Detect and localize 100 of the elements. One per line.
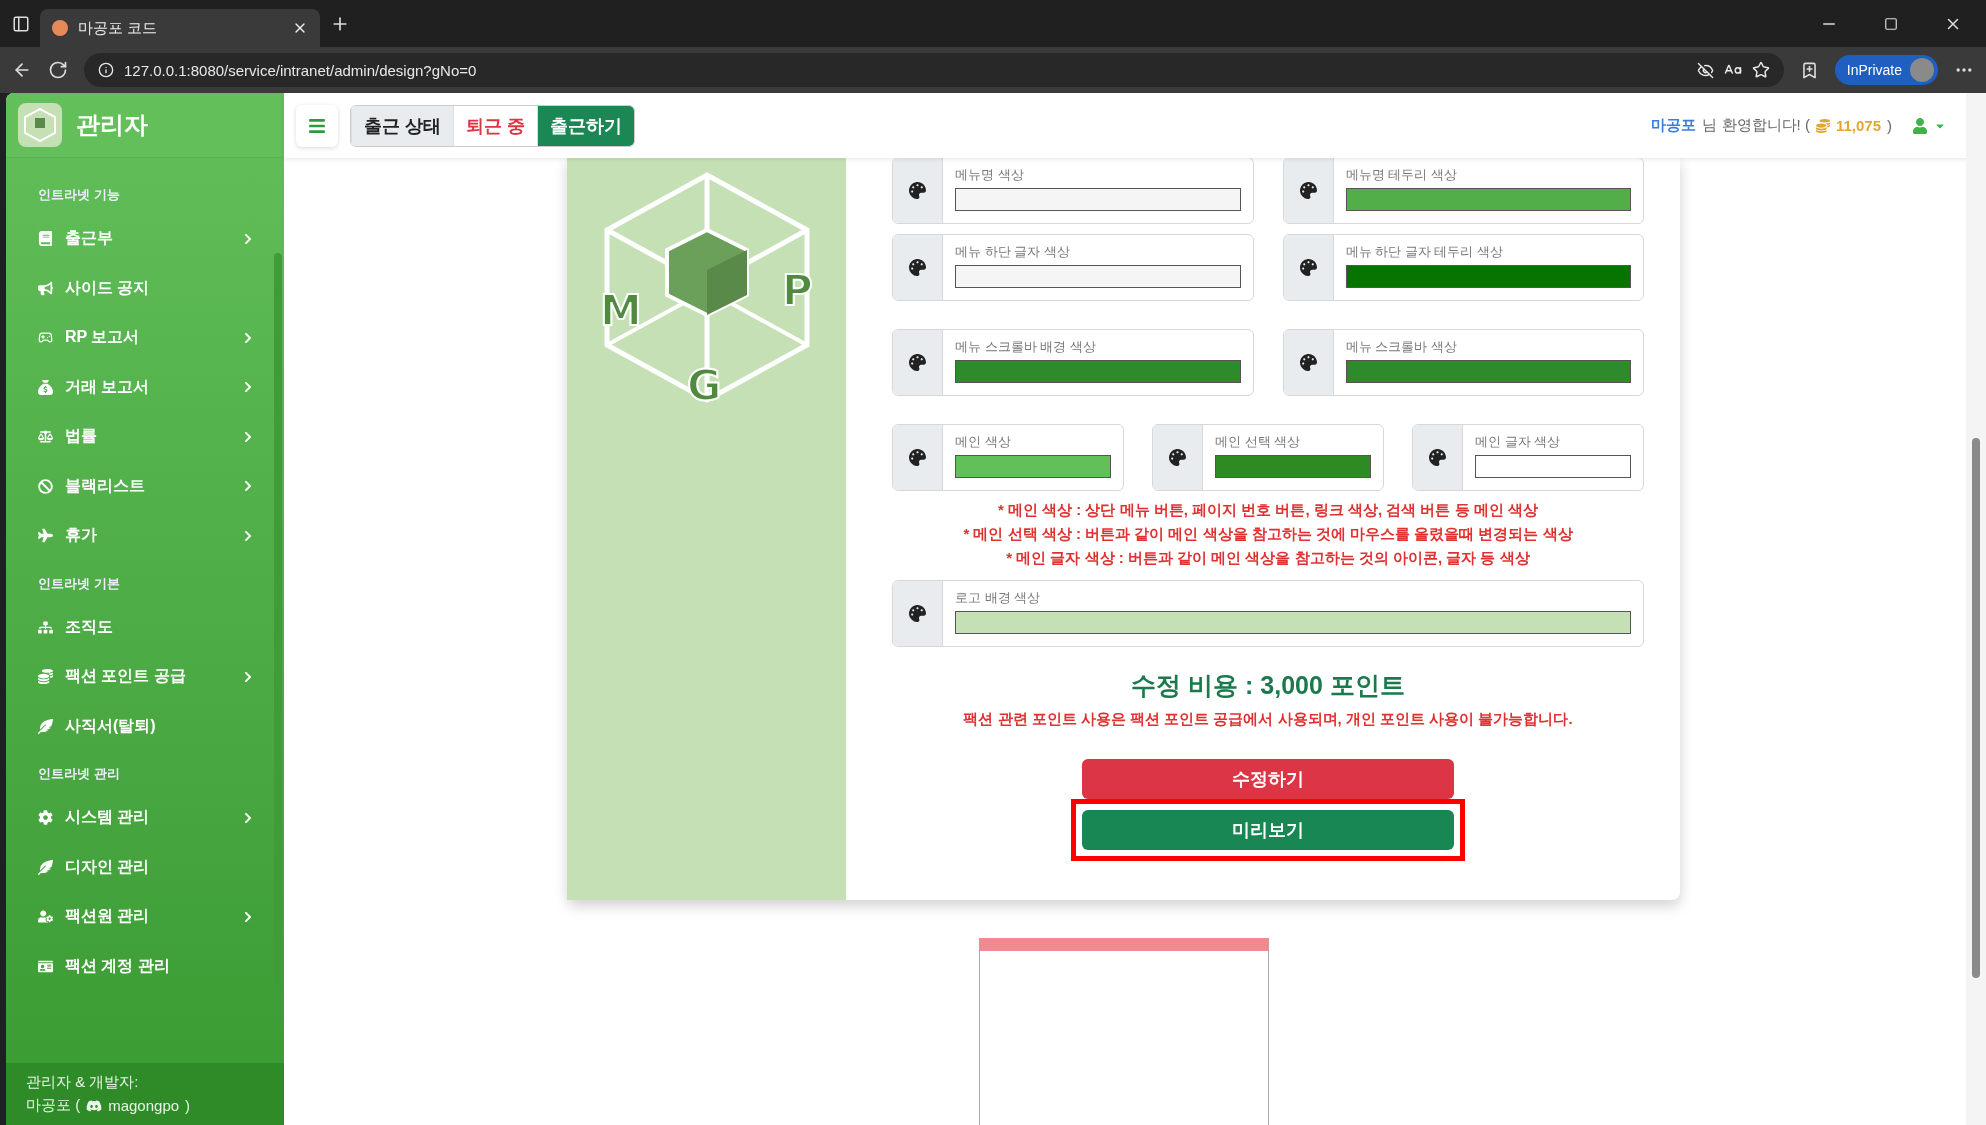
footer-caption: 관리자 & 개발자: [26,1073,140,1092]
developer-name: 마공포 ( [26,1096,81,1115]
scrollbar[interactable] [1966,93,1986,1125]
color-swatch[interactable] [1345,188,1631,211]
user-icon[interactable] [1912,117,1928,134]
menu-icon [38,379,53,395]
menu-item[interactable]: 조직도 [30,602,254,652]
palette-icon [1169,449,1186,466]
palette-icon [1299,182,1317,199]
color-field[interactable]: 메뉴 스크롤바 배경 색상 [892,329,1254,396]
palette-icon [1299,354,1317,371]
developer-handle: magongpo [108,1097,180,1114]
logo-icon [18,103,62,147]
palette-icon [909,354,926,371]
field-label: 메인 글자 색상 [1475,433,1562,451]
color-swatch[interactable] [955,455,1111,478]
field-label: 로고 배경 색상 [955,589,1042,607]
color-swatch[interactable] [1345,360,1631,383]
menu-button[interactable] [296,104,338,147]
menu-item[interactable]: 블랙리스트 [30,461,254,511]
menu-icon [308,116,326,135]
scroll-thumb[interactable] [274,253,282,983]
discord-icon [86,1097,103,1114]
color-field[interactable]: 로고 배경 색상 [892,580,1644,647]
section-title: 인트라넷 기본 [38,574,121,593]
color-field[interactable]: 메인 선택 색상 [1152,424,1384,491]
menu-item[interactable]: RP 보고서 [30,313,254,363]
color-swatch[interactable] [955,611,1631,634]
menu-item[interactable]: 거래 보고서 [30,362,254,412]
menu-icon [38,280,53,296]
palette-icon [1429,449,1446,466]
menu-item[interactable]: 팩션 계정 관리 [30,941,254,991]
color-swatch[interactable] [955,188,1241,211]
menu-item[interactable]: 법률 [30,412,254,462]
menu-icon [38,669,53,685]
menu-item[interactable]: 시스템 관리 [30,793,254,843]
color-field[interactable]: 메뉴명 색상 [892,157,1254,224]
menu-icon [38,958,53,974]
menu-item[interactable]: 사직서(탈퇴) [30,701,254,751]
menu-icon [38,528,53,544]
color-swatch[interactable] [955,265,1241,288]
palette-icon [909,605,926,622]
maximize-icon[interactable] [1884,16,1898,31]
coins-icon [1815,118,1830,133]
field-label: 메뉴 하단 글자 색상 [955,243,1071,261]
star-icon[interactable] [1751,61,1770,79]
menu-icon [38,429,53,445]
browser-tab[interactable]: 마공포 코드 [40,9,320,47]
url-text: 127.0.0.1:8080/service/intranet/admin/design?gNo=0 [124,61,478,79]
field-label: 메인 선택 색상 [1215,433,1302,451]
field-label: 메뉴 스크롤바 색상 [1345,338,1458,356]
menu-icon [38,810,53,826]
sidebar-title: 관리자 [76,110,148,140]
field-label: 메뉴명 색상 [955,166,1025,184]
color-field[interactable]: 메뉴 하단 글자 테두리 색상 [1282,234,1644,301]
avatar-icon [1910,58,1934,82]
color-field[interactable]: 메뉴 하단 글자 색상 [892,234,1254,301]
inprivate-badge[interactable]: InPrivate [1834,55,1938,85]
info-icon [98,62,114,78]
menu-icon [38,231,53,247]
closing-paren: ) [1887,117,1892,134]
reload-icon[interactable] [48,60,68,80]
note-text: * 메인 색상 : 상단 메뉴 버튼, 페이지 번호 버튼, 링크 색상, 검색 버튼 등 메인 색상 [998,501,1538,520]
save-button[interactable]: 수정하기 [1082,759,1454,799]
menu-item[interactable]: 휴가 [30,511,254,561]
field-label: 메뉴 하단 글자 테두리 색상 [1345,243,1504,261]
color-field[interactable]: 메인 색상 [892,424,1124,491]
color-swatch[interactable] [1215,455,1371,478]
color-swatch[interactable] [1345,265,1631,288]
field-label: 메뉴명 테두리 색상 [1345,166,1458,184]
note-text: * 메인 글자 색상 : 버튼과 같이 메인 색상을 참고하는 것의 아이콘, 글자 등 색상 [1006,549,1530,568]
color-field[interactable]: 메인 글자 색상 [1412,424,1644,491]
menu-icon [38,909,53,925]
menu-icon [38,859,53,875]
favicon-icon [52,20,68,36]
sidebar-toggle-icon[interactable] [12,14,30,33]
menu-icon [38,619,53,635]
eye-off-icon[interactable] [1696,61,1714,79]
menu-item[interactable]: 사이드 공지 [30,263,254,313]
color-field[interactable]: 메뉴명 테두리 색상 [1282,157,1644,224]
color-swatch[interactable] [955,360,1241,383]
field-label: 메뉴 스크롤바 배경 색상 [955,338,1097,356]
section-title: 인트라넷 기능 [38,186,121,204]
field-label: 메인 색상 [955,433,1012,451]
menu-item[interactable]: 팩션 포인트 공급 [30,652,254,702]
welcome-text: 님 환영합니다! ( [1702,116,1810,135]
color-field[interactable]: 메뉴 스크롤바 색상 [1282,329,1644,396]
menu-item[interactable]: 출근부 [30,214,254,264]
color-swatch[interactable] [1475,455,1631,478]
address-bar[interactable]: 127.0.0.1:8080/service/intranet/admin/design?gNo=0 [84,53,1784,87]
menu-item[interactable]: 팩션원 관리 [30,892,254,942]
note-text: * 메인 선택 색상 : 버튼과 같이 메인 색상을 참고하는 것에 마우스를 올렸을때 변경되는 색상 [963,525,1573,544]
cost-note: 팩션 관련 포인트 사용은 팩션 포인트 공급에서 사용되며, 개인 포인트 사용이 불가능합니다. [962,710,1574,729]
tab-title: 마공포 코드 [78,18,159,38]
palette-icon [909,259,926,276]
clock-in-button[interactable]: 출근하기 [537,105,635,146]
menu-icon [38,478,53,494]
points-value: 11,075 [1835,117,1881,134]
preview-button[interactable]: 미리보기 [1082,810,1454,850]
menu-item[interactable]: 디자인 관리 [30,842,254,892]
